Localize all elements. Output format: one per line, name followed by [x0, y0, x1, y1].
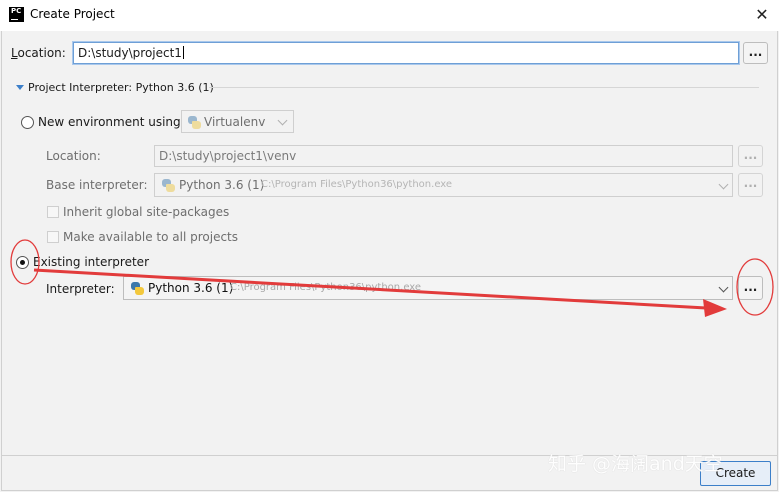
- interpreter-label: Interpreter:: [46, 282, 115, 296]
- pycharm-icon: PC: [9, 7, 24, 22]
- window-title: Create Project: [30, 7, 115, 21]
- chevron-down-icon: [277, 115, 288, 126]
- new-environment-radio[interactable]: [21, 116, 34, 129]
- python-icon: [188, 116, 201, 129]
- title-bar: [0, 0, 779, 31]
- location-input[interactable]: D:\study\project1: [73, 42, 739, 64]
- venv-location-input[interactable]: D:\study\project1\venv: [154, 145, 733, 167]
- existing-interpreter-label[interactable]: Existing interpreter: [33, 255, 149, 269]
- chevron-down-icon: [718, 282, 729, 293]
- watermark: 知乎 @海阔and天空: [548, 453, 723, 475]
- close-icon[interactable]: ✕: [752, 5, 772, 25]
- interpreter-browse-button[interactable]: ...: [738, 276, 763, 300]
- chevron-down-icon: [718, 179, 729, 190]
- make-available-checkbox[interactable]: [47, 231, 59, 243]
- make-available-label[interactable]: Make available to all projects: [63, 230, 238, 244]
- interpreter-section-title[interactable]: Project Interpreter: Python 3.6 (1): [28, 81, 214, 94]
- interpreter-select[interactable]: Python 3.6 (1) C:\Program Files\Python36…: [123, 276, 733, 300]
- section-separator: [209, 87, 759, 88]
- base-interpreter-browse-button[interactable]: ...: [738, 173, 763, 197]
- new-environment-label[interactable]: New environment using: [38, 115, 181, 129]
- python-icon: [162, 179, 175, 192]
- venv-location-browse-button[interactable]: ...: [738, 145, 763, 167]
- base-interpreter-label: Base interpreter:: [46, 178, 148, 192]
- location-browse-button[interactable]: ...: [743, 42, 768, 64]
- venv-location-label: Location:: [46, 149, 101, 163]
- expand-triangle-icon[interactable]: [16, 85, 24, 90]
- environment-tool-select[interactable]: Virtualenv: [181, 110, 294, 133]
- base-interpreter-select[interactable]: Python 3.6 (1) C:\Program Files\Python36…: [154, 173, 733, 197]
- existing-interpreter-radio[interactable]: [16, 256, 29, 269]
- python-icon: [131, 282, 144, 295]
- inherit-packages-label[interactable]: Inherit global site-packages: [63, 205, 229, 219]
- inherit-packages-checkbox[interactable]: [47, 206, 59, 218]
- location-label: Location:: [11, 46, 66, 60]
